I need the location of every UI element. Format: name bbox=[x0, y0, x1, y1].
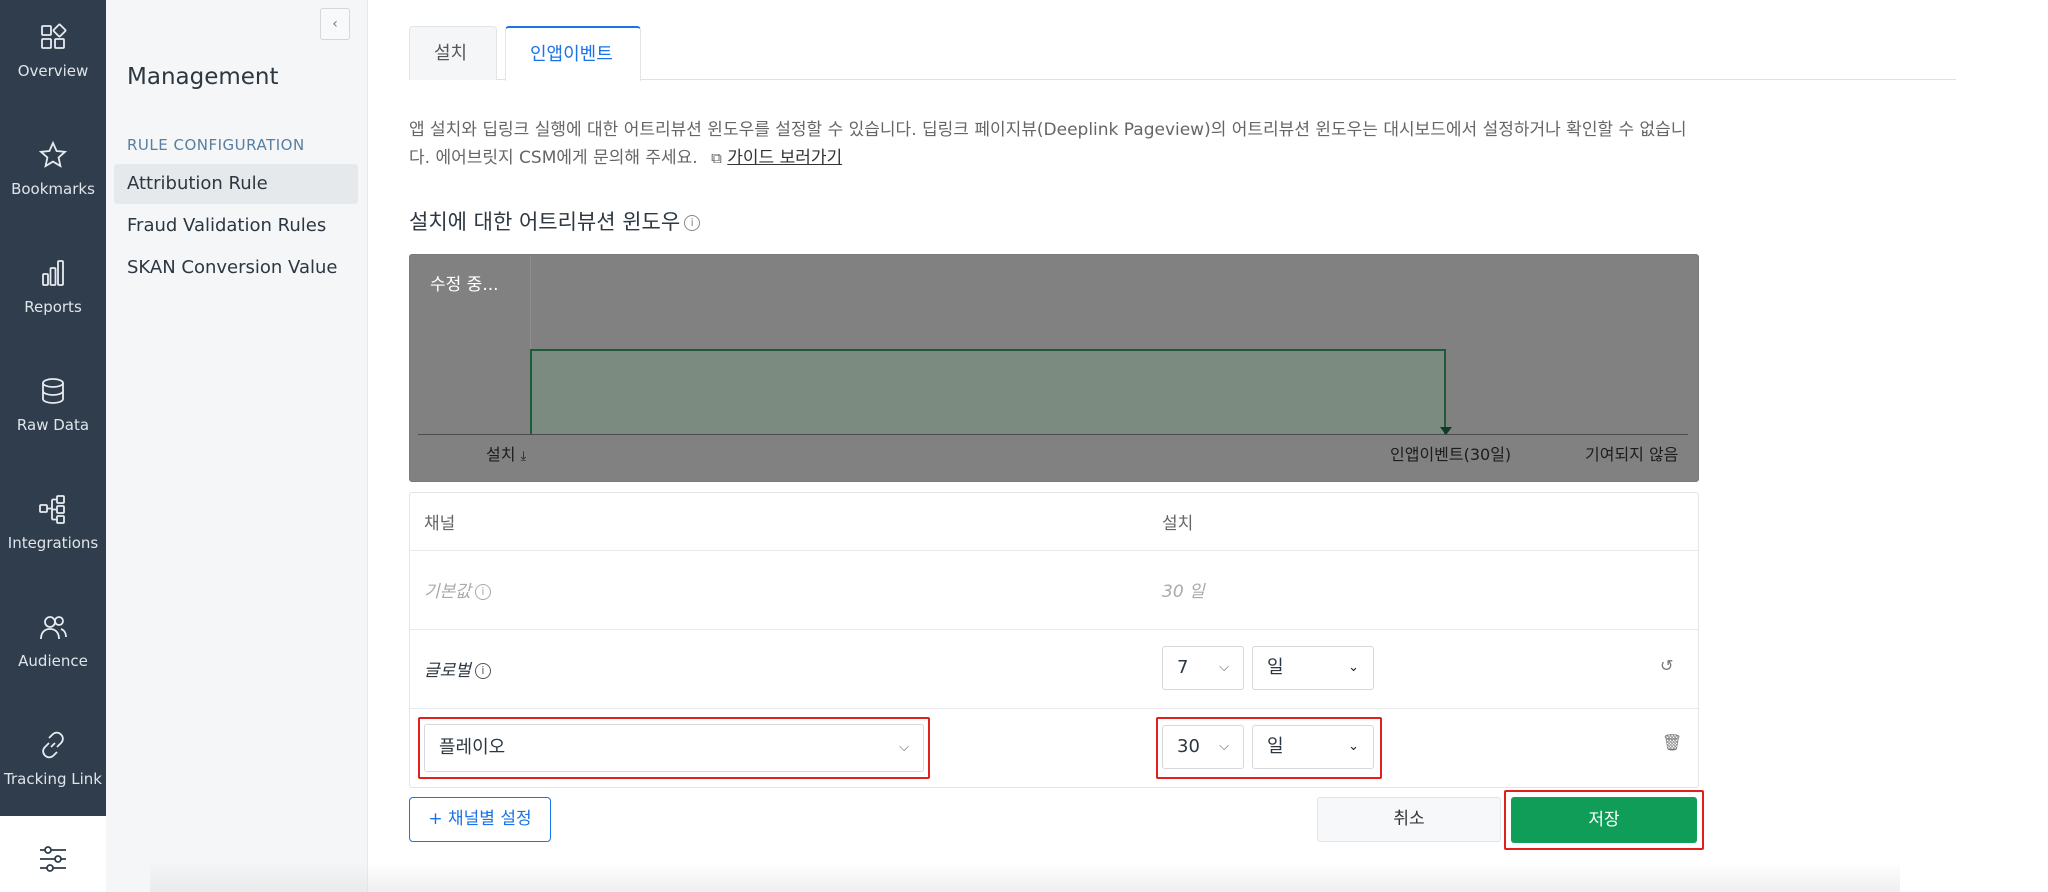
rail-item-audience[interactable]: Audience bbox=[0, 612, 106, 712]
default-value: 30 일 bbox=[1162, 582, 1205, 602]
header-install: 설치 bbox=[1162, 514, 1194, 534]
attribution-window-graph: 수정 중... 설치 ⤓ 인앱이벤트(30일) 기여되지 않음 bbox=[409, 254, 1699, 482]
menu-section-label: RULE CONFIGURATION bbox=[127, 136, 305, 154]
rail-label-reports: Reports bbox=[24, 298, 82, 316]
global-channel-label: 글로벌 bbox=[424, 661, 471, 681]
bar-chart-icon bbox=[42, 260, 64, 286]
global-unit-value: 일 bbox=[1267, 657, 1284, 678]
info-icon[interactable]: i bbox=[684, 215, 701, 231]
rail-item-tracking-link[interactable]: Tracking Link bbox=[0, 730, 106, 830]
rail-item-raw-data[interactable]: Raw Data bbox=[0, 376, 106, 476]
rail-item-bookmarks[interactable]: Bookmarks bbox=[0, 140, 106, 240]
database-icon bbox=[42, 378, 64, 404]
graph-not-attributed-label: 기여되지 않음 bbox=[1585, 445, 1679, 464]
bottom-shadow bbox=[150, 862, 1900, 892]
header-channel: 채널 bbox=[424, 514, 456, 534]
global-channel: 글로벌 i bbox=[424, 656, 491, 681]
graph-editing-label: 수정 중... bbox=[430, 275, 499, 295]
integrations-icon bbox=[39, 495, 65, 524]
section-title: 설치에 대한 어트리뷰션 윈도우 i bbox=[409, 206, 701, 236]
download-icon: ⤓ bbox=[520, 449, 527, 464]
rail-label-raw-data: Raw Data bbox=[16, 416, 90, 434]
graph-window-area bbox=[530, 349, 1446, 435]
rail-label-bookmarks: Bookmarks bbox=[11, 180, 95, 198]
channel-select-value: 플레이오 bbox=[439, 737, 506, 758]
chevron-down-icon: ⌵ bbox=[1219, 739, 1229, 754]
rail-label-tracking-link: Tracking Link bbox=[4, 770, 102, 788]
custom-unit-value: 일 bbox=[1267, 736, 1284, 757]
custom-number-value: 30 bbox=[1177, 736, 1200, 757]
rail-item-overview[interactable]: Overview bbox=[0, 22, 106, 122]
custom-unit-select[interactable]: 일 ⌄ bbox=[1252, 725, 1374, 769]
sliders-icon bbox=[40, 846, 66, 872]
overview-grid-icon bbox=[41, 23, 67, 49]
star-icon bbox=[38, 140, 68, 168]
rail-label-integrations: Integrations bbox=[7, 534, 99, 552]
guide-link[interactable]: 가이드 보러가기 bbox=[727, 148, 842, 168]
channel-table: 채널 설치 기본값i 30 일 글로벌i 7⌵ 일⌄ ↺ 플레이오⌵ bbox=[409, 492, 1699, 788]
graph-axis bbox=[418, 434, 1688, 435]
collapse-menu-button[interactable]: ‹ bbox=[320, 8, 350, 40]
graph-install-text: 설치 bbox=[486, 445, 516, 464]
rail-label-overview: Overview bbox=[17, 62, 89, 80]
global-unit-select[interactable]: 일 ⌄ bbox=[1252, 646, 1374, 690]
main-content: 설치 인앱이벤트 앱 설치와 딥링크 실행에 대한 어트리뷰션 윈도우를 설정할… bbox=[369, 0, 2048, 892]
default-channel: 기본값 i bbox=[424, 577, 491, 602]
graph-inapp-label: 인앱이벤트(30일) bbox=[1390, 445, 1512, 464]
users-icon bbox=[40, 616, 67, 640]
description: 앱 설치와 딥링크 실행에 대한 어트리뷰션 윈도우를 설정할 수 있습니다. … bbox=[409, 116, 1689, 172]
channel-select[interactable]: 플레이오 ⌵ bbox=[424, 724, 924, 772]
table-row-custom: 플레이오 ⌵ 30 ⌵ 일 ⌄ 🗑 bbox=[410, 709, 1698, 788]
management-menu: ‹ Management RULE CONFIGURATION Attribut… bbox=[106, 0, 368, 892]
history-icon[interactable]: ↺ bbox=[1660, 656, 1673, 675]
add-channel-button[interactable]: + 채널별 설정 bbox=[409, 797, 551, 842]
tab-inapp-event[interactable]: 인앱이벤트 bbox=[505, 26, 641, 81]
save-button[interactable]: 저장 bbox=[1511, 797, 1697, 843]
trash-icon[interactable]: 🗑 bbox=[1662, 733, 1682, 752]
cancel-button[interactable]: 취소 bbox=[1317, 797, 1501, 842]
rail-settings[interactable] bbox=[0, 816, 106, 892]
graph-install-label: 설치 ⤓ bbox=[486, 441, 526, 465]
rail-label-audience: Audience bbox=[18, 652, 88, 670]
rail-item-integrations[interactable]: Integrations bbox=[0, 494, 106, 594]
table-row-global: 글로벌 i 7 ⌵ 일 ⌄ ↺ bbox=[410, 630, 1698, 709]
section-title-text: 설치에 대한 어트리뷰션 윈도우 bbox=[409, 210, 681, 234]
menu-item-attribution-rule[interactable]: Attribution Rule bbox=[114, 164, 358, 204]
link-icon bbox=[42, 731, 64, 759]
tab-bar: 설치 인앱이벤트 bbox=[409, 26, 1956, 81]
table-header-row: 채널 설치 bbox=[410, 493, 1698, 551]
default-channel-label: 기본값 bbox=[424, 582, 471, 602]
global-number-value: 7 bbox=[1177, 657, 1189, 678]
menu-title: Management bbox=[127, 64, 279, 90]
external-link-icon: ⧉ bbox=[711, 149, 722, 167]
graph-window-end-arrow bbox=[1440, 427, 1452, 435]
table-row-default: 기본값 i 30 일 bbox=[410, 551, 1698, 630]
menu-item-skan-conversion-value[interactable]: SKAN Conversion Value bbox=[114, 248, 358, 288]
tab-install[interactable]: 설치 bbox=[409, 26, 497, 80]
info-icon[interactable]: i bbox=[474, 584, 491, 600]
custom-number-select[interactable]: 30 ⌵ bbox=[1162, 725, 1244, 769]
menu-item-fraud-validation-rules[interactable]: Fraud Validation Rules bbox=[114, 206, 358, 246]
chevron-down-icon: ⌵ bbox=[899, 740, 909, 755]
chevron-down-icon: ⌄ bbox=[1348, 739, 1359, 754]
description-text: 앱 설치와 딥링크 실행에 대한 어트리뷰션 윈도우를 설정할 수 있습니다. … bbox=[409, 120, 1687, 168]
global-number-select[interactable]: 7 ⌵ bbox=[1162, 646, 1244, 690]
info-icon[interactable]: i bbox=[474, 663, 491, 679]
rail-item-reports[interactable]: Reports bbox=[0, 258, 106, 358]
icon-rail: Overview Bookmarks Reports Raw Data Inte… bbox=[0, 0, 106, 816]
chevron-down-icon: ⌵ bbox=[1219, 660, 1229, 675]
chevron-down-icon: ⌄ bbox=[1348, 660, 1359, 675]
